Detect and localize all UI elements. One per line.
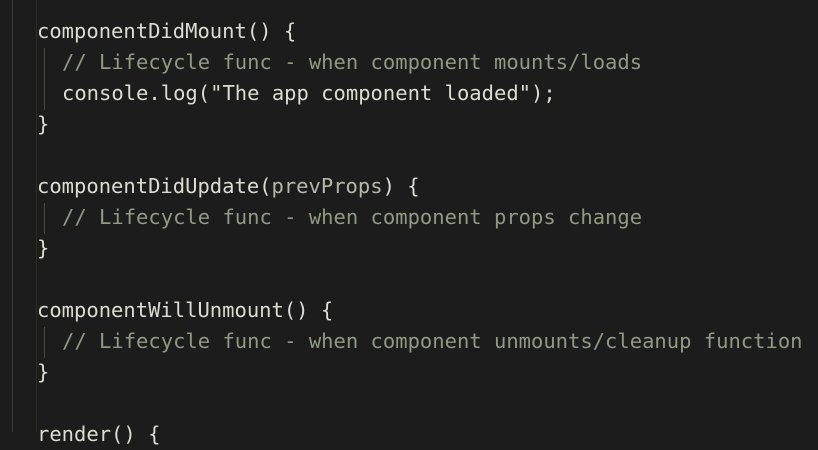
- code-line: componentWillUnmount() {: [37, 298, 334, 322]
- code-line: console.log("The app component loaded");: [62, 81, 556, 105]
- block-indent-guide: [44, 327, 45, 358]
- indent-guide: [12, 0, 13, 432]
- code-line: render() {: [37, 422, 161, 446]
- param-name: prevProps: [271, 174, 383, 198]
- code-comment: // Lifecycle func - when component mount…: [62, 50, 643, 74]
- code-line: }: [37, 112, 50, 136]
- block-indent-guide: [44, 203, 45, 234]
- method-name: componentDidUpdate(: [37, 174, 272, 198]
- code-line: }: [37, 360, 50, 384]
- code-comment: // Lifecycle func - when component props…: [62, 205, 643, 229]
- code-line: componentDidUpdate(prevProps) {: [37, 171, 420, 202]
- code-comment: // Lifecycle func - when component unmou…: [62, 329, 803, 353]
- code-line: }: [37, 236, 50, 260]
- code-punct: ) {: [382, 174, 420, 198]
- code-line: componentDidMount() {: [37, 19, 297, 43]
- block-indent-guide: [44, 48, 45, 110]
